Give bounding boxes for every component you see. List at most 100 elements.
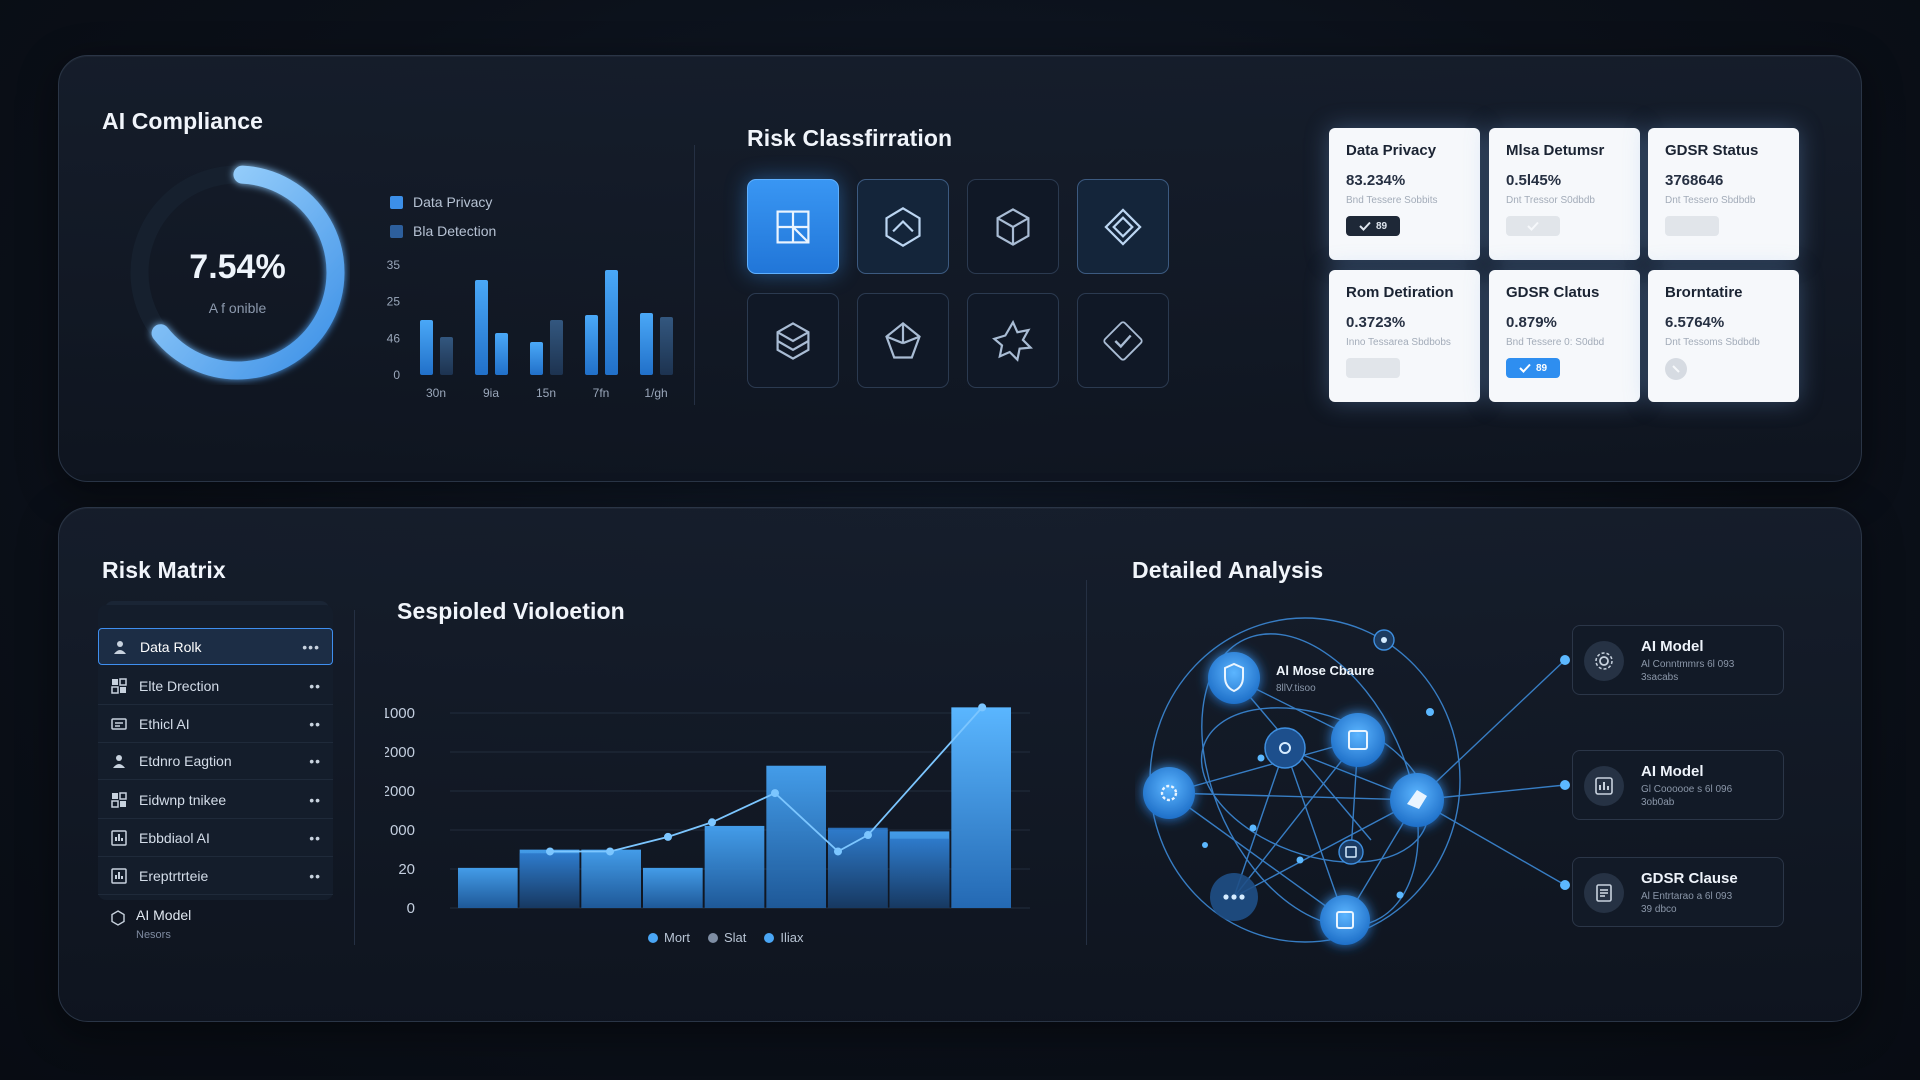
analysis-card-subtitle: Gl Coooooe s 6l 096 (1641, 784, 1733, 795)
card-value: 0.3723% (1346, 314, 1406, 331)
analysis-card-title: AI Model (1641, 638, 1704, 655)
document-icon (1596, 884, 1612, 902)
analysis-card[interactable]: AI Model Gl Coooooe s 6l 096 3ob0ab (1572, 750, 1784, 820)
status-badge (1346, 358, 1400, 378)
legend-label: Slat (724, 930, 747, 945)
risk-tile[interactable] (857, 179, 949, 274)
violation-bar (643, 867, 703, 908)
risk-matrix-item[interactable]: Ethicl AI •• (98, 706, 333, 743)
violation-line-point (864, 831, 872, 840)
y-tick-label: 000 (390, 822, 415, 839)
risk-tile[interactable] (747, 293, 839, 388)
risk-matrix-item-label: Eidwnp tnikee (139, 792, 227, 808)
status-badge (1506, 216, 1560, 236)
gauge-caption: A f onible (208, 300, 267, 316)
network-node-sub: 8llV.tisoo (1276, 683, 1316, 694)
more-options-icon[interactable]: •• (309, 830, 321, 846)
risk-tile[interactable] (1077, 293, 1169, 388)
risk-matrix-item-label: Data Rolk (140, 638, 202, 655)
analysis-card-icon-wrap (1584, 766, 1624, 806)
card-title: Rom Detiration (1346, 284, 1454, 301)
gauge-value: 7.54% (189, 248, 286, 286)
layout-blocks-icon (776, 210, 810, 243)
chart-box-icon (111, 830, 127, 846)
risk-tile[interactable] (967, 179, 1059, 274)
compliance-bar (640, 313, 653, 375)
status-card[interactable]: Mlsa Detumsr 0.5l45% Dnt Tressor S0dbdb (1489, 128, 1640, 260)
analysis-card-title: GDSR Clause (1641, 870, 1738, 887)
compliance-bar (550, 320, 563, 375)
section-divider (694, 145, 695, 405)
id-card-icon (111, 718, 127, 730)
status-card[interactable]: GDSR Clatus 0.879% Bnd Tessere 0: S0dbd 89 (1489, 270, 1640, 402)
violation-legend: Mort Slat Iliax (648, 930, 804, 945)
legend-label: Bla Detection (413, 223, 497, 239)
status-badge: 89 (1346, 216, 1400, 236)
violation-bar-overlay (519, 853, 580, 908)
risk-matrix-item[interactable]: Eidwnp tnikee •• (98, 782, 333, 819)
gear-star-icon (992, 319, 1034, 362)
card-value: 0.879% (1506, 314, 1557, 331)
risk-tile[interactable] (1077, 179, 1169, 274)
risk-matrix-item[interactable]: Ereptrtrteie •• (98, 858, 333, 895)
violation-line-point (978, 703, 987, 712)
risk-tile[interactable] (967, 293, 1059, 388)
more-options-icon[interactable]: •• (309, 753, 321, 769)
more-options-icon[interactable]: •• (309, 716, 321, 732)
y-tick-label: 46 (387, 331, 401, 345)
card-value: 6.5764% (1665, 314, 1725, 331)
legend-bias-detection: Bla Detection (390, 223, 496, 239)
analysis-card-icon-wrap (1584, 641, 1624, 681)
hexagon-outline-icon (111, 910, 125, 926)
risk-matrix-item-label: Ereptrtrteie (139, 868, 209, 884)
check-icon (1359, 221, 1371, 231)
detailed-analysis-title: Detailed Analysis (1132, 557, 1324, 583)
users-icon (113, 755, 125, 768)
ai-compliance-title: AI Compliance (102, 108, 264, 134)
check-icon (1527, 221, 1539, 231)
status-card[interactable]: GDSR Status 3768646 Dnt Tessero Sbdbdb (1648, 128, 1799, 260)
x-tick-label: 15n (536, 386, 556, 400)
card-title: Data Privacy (1346, 142, 1437, 159)
gear-icon (1595, 652, 1613, 670)
footer-sub: Nesors (136, 929, 171, 941)
risk-matrix-item-label: Etdnro Eagtion (139, 753, 232, 769)
violation-bar (704, 825, 765, 908)
y-tick-label: 25 (387, 295, 401, 309)
x-tick-label: 1/gh (644, 386, 667, 400)
analysis-card-title: AI Model (1641, 763, 1704, 780)
more-options-icon[interactable]: •• (309, 868, 321, 884)
y-tick-label: 0 (393, 368, 400, 382)
compliance-bar (585, 315, 598, 375)
risk-matrix-item[interactable]: Etdnro Eagtion •• (98, 743, 333, 780)
risk-matrix-item[interactable]: Ebbdiaol AI •• (98, 820, 333, 857)
risk-matrix-item[interactable]: Elte Drection •• (98, 668, 333, 705)
card-subtitle: Dnt Tessoms Sbdbdb (1665, 337, 1760, 348)
status-card[interactable]: Brorntatire 6.5764% Dnt Tessoms Sbdbdb (1648, 270, 1799, 402)
legend-dot (708, 932, 718, 943)
more-options-icon[interactable]: ••• (302, 639, 320, 655)
compliance-bar-chart: 35 25 46 0 30n 9ia 15n 7fn 1/gh (387, 258, 673, 400)
more-options-icon[interactable]: •• (309, 792, 321, 808)
risk-tile[interactable] (857, 293, 949, 388)
y-tick-label: 2000 (385, 783, 415, 800)
status-card[interactable]: Rom Detiration 0.3723% Inno Tessarea Sbdbo… (1329, 270, 1480, 402)
risk-matrix-item[interactable]: Data Rolk ••• (98, 628, 333, 665)
violation-chart: 1000 2000 2000 000 20 0 (385, 703, 1030, 917)
analysis-card[interactable]: GDSR Clause Al Entrtarao a 6l 093 39 dbco (1572, 857, 1784, 927)
x-tick-label: 9ia (483, 386, 499, 400)
hexagon-layers-icon (776, 321, 810, 360)
status-badge (1665, 216, 1719, 236)
compliance-bar (660, 317, 673, 375)
chart-box-icon (111, 868, 127, 884)
legend-swatch (390, 195, 403, 209)
analysis-card-subtitle: Al Entrtarao a 6l 093 (1641, 891, 1733, 902)
risk-matrix-item-label: Ebbdiaol AI (139, 830, 210, 846)
status-card[interactable]: Data Privacy 83.234% Bnd Tessere Sobbits 89 (1329, 128, 1480, 260)
more-options-icon[interactable]: •• (309, 678, 321, 694)
isometric-cube-icon (996, 207, 1030, 246)
analysis-card-detail: 3sacabs (1641, 672, 1679, 683)
analysis-card[interactable]: AI Model Al Conntmmrs 6l 093 3sacabs (1572, 625, 1784, 695)
violation-line-point (664, 832, 672, 841)
risk-tile[interactable] (747, 179, 839, 274)
